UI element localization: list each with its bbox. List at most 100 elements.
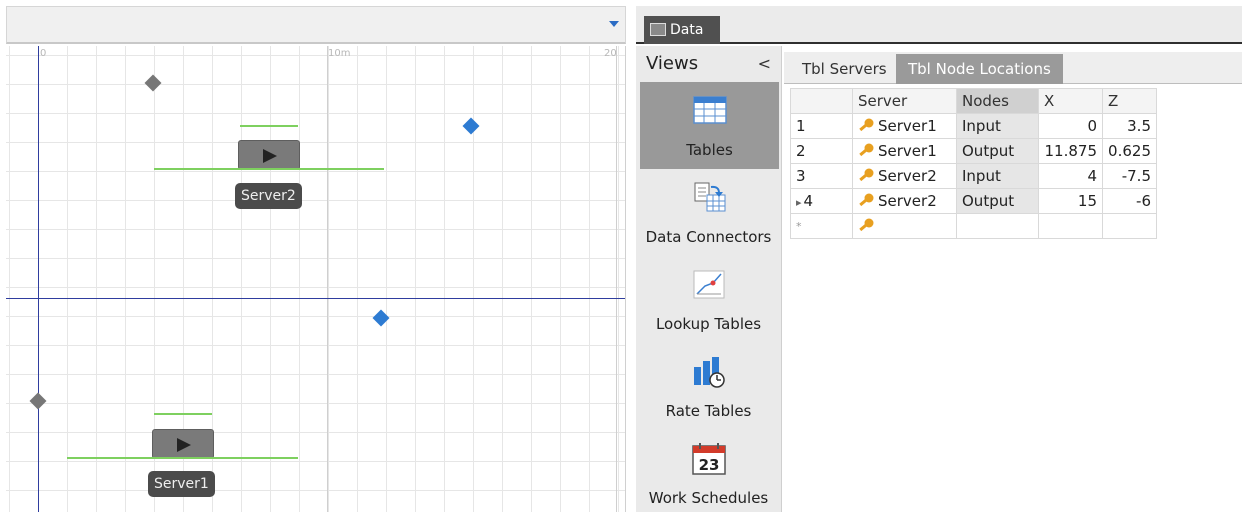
server-value: Server2	[878, 167, 937, 185]
nodes-cell[interactable]: Input	[956, 113, 1039, 139]
table-content: Tbl Servers Tbl Node Locations Server No…	[784, 46, 1242, 512]
input-node[interactable]	[29, 392, 47, 410]
play-icon	[263, 149, 277, 163]
data-grid: Server Nodes X Z 1 Server1 Input 0 3.5 2…	[790, 88, 1157, 239]
view-item-tables[interactable]: Tables	[640, 82, 779, 169]
view-item-lookup-tables[interactable]: Lookup Tables	[636, 256, 781, 343]
table-row[interactable]: 3 Server2 Input 4 -7.5	[790, 163, 1157, 189]
rate-table-icon	[693, 357, 725, 388]
server2-object[interactable]	[238, 140, 300, 170]
x-cell[interactable]: 4	[1038, 163, 1103, 189]
row-number[interactable]: 2	[790, 138, 853, 164]
view-item-label: Rate Tables	[665, 402, 752, 420]
ruler-label: 10m	[328, 48, 351, 59]
grid-major-line	[616, 46, 617, 512]
view-item-label: Tables	[686, 141, 733, 159]
tab-data[interactable]: Data	[644, 16, 720, 44]
dropdown-arrow-icon[interactable]	[609, 21, 619, 27]
output-node[interactable]	[462, 117, 480, 135]
facility-canvas[interactable]: 0 10m 20 Server2 Server1	[6, 46, 626, 512]
view-item-work-schedules[interactable]: 23 Work Schedules	[636, 430, 781, 512]
server-cell[interactable]: Server2	[852, 188, 957, 214]
server-cell[interactable]	[852, 213, 957, 239]
key-icon	[859, 143, 874, 157]
app-window: 0 10m 20 Server2 Server1 Data Views < Ta…	[0, 0, 1242, 512]
path-line	[67, 457, 298, 459]
views-title: Views	[646, 53, 699, 74]
x-cell[interactable]: 0	[1038, 113, 1103, 139]
view-item-label: Lookup Tables	[655, 315, 762, 333]
views-sidebar: Views < Tables Data Connectors Lookup Ta…	[636, 46, 782, 512]
nodes-cell[interactable]: Output	[956, 188, 1039, 214]
server-value: Server1	[878, 117, 937, 135]
server-cell[interactable]: Server1	[852, 113, 957, 139]
collapse-chevron-icon[interactable]: <	[758, 46, 771, 82]
view-item-data-connectors[interactable]: Data Connectors	[636, 169, 781, 256]
z-cell[interactable]	[1102, 213, 1157, 239]
server2-label[interactable]: Server2	[235, 183, 302, 209]
x-cell[interactable]: 15	[1038, 188, 1103, 214]
column-header-x[interactable]: X	[1038, 88, 1103, 114]
column-header-nodes[interactable]: Nodes	[956, 88, 1039, 114]
data-connector-icon	[694, 182, 725, 212]
z-cell[interactable]: 0.625	[1102, 138, 1157, 164]
ruler-label: 20	[604, 48, 617, 59]
row-number[interactable]: 1	[790, 113, 853, 139]
tab-tbl-node-locations[interactable]: Tbl Node Locations	[896, 54, 1063, 84]
row-header-corner	[790, 88, 853, 114]
table-icon	[692, 96, 727, 124]
ruler-label: 0	[40, 48, 47, 59]
column-header-z[interactable]: Z	[1102, 88, 1157, 114]
play-icon	[177, 438, 191, 452]
current-row-marker: ▸	[796, 196, 802, 209]
z-cell[interactable]: -6	[1102, 188, 1157, 214]
row-number-value: 4	[803, 192, 814, 210]
server1-object[interactable]	[152, 429, 214, 459]
lookup-chart-icon	[693, 270, 724, 299]
header-row: Server Nodes X Z	[790, 88, 1157, 114]
views-header: Views <	[636, 46, 781, 82]
server-value: Server1	[878, 142, 937, 160]
key-icon	[859, 168, 874, 182]
new-row[interactable]: *	[790, 213, 1157, 239]
canvas-toolbar	[6, 6, 626, 44]
x-cell[interactable]: 11.875	[1038, 138, 1103, 164]
table-row[interactable]: 2 Server1 Output 11.875 0.625	[790, 138, 1157, 164]
server-value: Server2	[878, 192, 937, 210]
table-row[interactable]: ▸ 4 Server2 Output 15 -6	[790, 188, 1157, 214]
row-number[interactable]: 3	[790, 163, 853, 189]
z-cell[interactable]: 3.5	[1102, 113, 1157, 139]
key-icon	[859, 118, 874, 132]
view-item-label: Data Connectors	[645, 228, 772, 246]
queue-line	[240, 125, 298, 127]
axis-horizontal	[6, 298, 625, 299]
tab-tbl-servers[interactable]: Tbl Servers	[790, 54, 899, 84]
nodes-cell[interactable]: Input	[956, 163, 1039, 189]
server1-label[interactable]: Server1	[148, 471, 215, 497]
row-number[interactable]: ▸ 4	[790, 188, 853, 214]
nodes-cell[interactable]	[956, 213, 1039, 239]
table-tabs: Tbl Servers Tbl Node Locations	[784, 52, 1242, 84]
z-cell[interactable]: -7.5	[1102, 163, 1157, 189]
output-node[interactable]	[372, 309, 390, 327]
key-icon	[859, 193, 874, 207]
key-icon	[859, 218, 874, 232]
new-row-marker[interactable]: *	[790, 213, 853, 239]
column-header-server[interactable]: Server	[852, 88, 957, 114]
view-item-rate-tables[interactable]: Rate Tables	[636, 343, 781, 430]
queue-line	[154, 413, 212, 415]
table-row[interactable]: 1 Server1 Input 0 3.5	[790, 113, 1157, 139]
x-cell[interactable]	[1038, 213, 1103, 239]
facility-view: 0 10m 20 Server2 Server1	[0, 0, 630, 512]
calendar-day: 23	[698, 456, 719, 474]
server-cell[interactable]: Server1	[852, 138, 957, 164]
nodes-cell[interactable]: Output	[956, 138, 1039, 164]
axis-vertical	[38, 46, 39, 512]
node-diamond[interactable]	[144, 74, 162, 92]
server-cell[interactable]: Server2	[852, 163, 957, 189]
calendar-icon: 23	[691, 443, 726, 475]
panel-tab-strip: Data	[636, 6, 1242, 44]
path-line	[154, 168, 384, 170]
data-tab-icon	[650, 23, 666, 36]
view-item-label: Work Schedules	[648, 489, 769, 507]
